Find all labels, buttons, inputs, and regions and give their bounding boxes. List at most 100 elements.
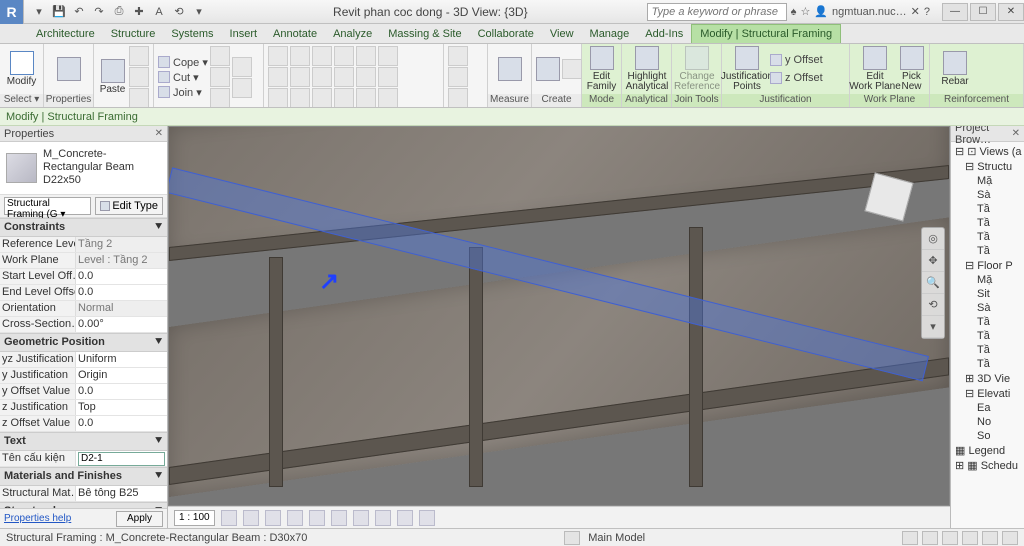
mod-tool-d-icon[interactable] [378, 67, 398, 87]
3d-viewport[interactable]: ↗ ◎ ✥ 🔍 ⟲ ▾ [168, 126, 950, 506]
qat-print-icon[interactable]: ⎙ [110, 3, 128, 21]
nav-more-icon[interactable]: ▾ [922, 316, 944, 338]
tree-node[interactable]: No [953, 415, 1022, 429]
value-end-offset[interactable]: 0.0 [76, 285, 167, 300]
geom-tool-5-icon[interactable] [232, 78, 252, 98]
tree-node[interactable]: Mặ [953, 273, 1022, 287]
rendering-icon[interactable] [309, 510, 325, 526]
tab-systems[interactable]: Systems [163, 25, 221, 43]
qat-save-icon[interactable]: 💾 [50, 3, 68, 21]
properties-scroll[interactable]: Constraints⯆ Reference LevelTầng 2 Work … [0, 218, 167, 508]
minimize-button[interactable]: — [942, 3, 968, 21]
modify-tool-button[interactable]: Modify [4, 46, 39, 92]
mod-tool-c-icon[interactable] [378, 46, 398, 66]
qat-text-icon[interactable]: A [150, 3, 168, 21]
reveal-hidden-icon[interactable] [397, 510, 413, 526]
delete-icon[interactable] [356, 88, 376, 108]
nav-pan-icon[interactable]: ✥ [922, 250, 944, 272]
hide-isolate-icon[interactable] [375, 510, 391, 526]
geom-tool-1-icon[interactable] [210, 46, 230, 66]
maximize-button[interactable]: ☐ [970, 3, 996, 21]
cut-clipboard-icon[interactable] [129, 46, 149, 66]
ten-cau-kien-input[interactable] [78, 452, 165, 466]
justification-points-button[interactable]: Justification Points [726, 46, 768, 92]
z-offset-button[interactable]: z Offset [770, 71, 823, 85]
user-name[interactable]: ngmtuan.nuc… [832, 6, 907, 18]
filter-icon[interactable] [1002, 531, 1018, 545]
type-selector-dropdown[interactable]: Structural Framing (G ▾ [4, 197, 91, 215]
infocenter-icon[interactable]: ♠ [791, 6, 797, 18]
apply-button[interactable]: Apply [116, 511, 163, 527]
pick-new-button[interactable]: Pick New [898, 46, 925, 92]
select-links-icon[interactable] [902, 531, 918, 545]
tab-architecture[interactable]: Architecture [28, 25, 103, 43]
properties-help-link[interactable]: Properties help [4, 513, 71, 524]
value-y-offset[interactable]: 0.0 [76, 384, 167, 399]
view-tool-2-icon[interactable] [448, 67, 468, 87]
tab-structure[interactable]: Structure [103, 25, 164, 43]
project-browser-tree[interactable]: ⊟ ⊡ Views (a⊟ StructuMặSàTầTầTầTầ⊟ Floor… [951, 142, 1024, 528]
pin-icon[interactable] [334, 67, 354, 87]
split-icon[interactable] [290, 88, 310, 108]
group-constraints[interactable]: Constraints⯆ [0, 218, 167, 237]
app-menu-button[interactable]: R [0, 0, 24, 24]
match-icon[interactable] [129, 88, 149, 108]
tree-node[interactable]: Tầ [953, 244, 1022, 258]
tree-node[interactable]: ⊟ Structu [953, 159, 1022, 174]
tree-node[interactable]: Tầ [953, 216, 1022, 230]
edit-work-plane-button[interactable]: Edit Work Plane [854, 46, 896, 92]
tab-annotate[interactable]: Annotate [265, 25, 325, 43]
tree-node[interactable]: ⊟ ⊡ Views (a [953, 144, 1022, 159]
tree-node[interactable]: Sà [953, 188, 1022, 202]
qat-redo-icon[interactable]: ↷ [90, 3, 108, 21]
edit-family-button[interactable]: Edit Family [586, 46, 617, 92]
help-icon[interactable]: ? [924, 6, 930, 18]
tree-node[interactable]: Tầ [953, 329, 1022, 343]
offset-icon[interactable] [312, 67, 332, 87]
value-z-offset[interactable]: 0.0 [76, 416, 167, 431]
tree-node[interactable]: Tầ [953, 230, 1022, 244]
scale-icon[interactable] [334, 46, 354, 66]
signin-icon[interactable]: 👤 [814, 5, 828, 18]
create-tool-icon[interactable] [562, 59, 582, 79]
value-material[interactable]: Bê tông B25 [76, 486, 167, 501]
tree-node[interactable]: ⊟ Floor P [953, 258, 1022, 273]
tree-node[interactable]: ▦ Legend [953, 443, 1022, 458]
mod-tool-e-icon[interactable] [378, 88, 398, 108]
paste-button[interactable]: Paste [98, 54, 127, 100]
value-start-offset[interactable]: 0.0 [76, 269, 167, 284]
rebar-button[interactable]: Rebar [934, 46, 976, 92]
view-scale[interactable]: 1 : 100 [174, 510, 215, 526]
worksets-icon[interactable] [564, 531, 580, 545]
y-offset-button[interactable]: y Offset [770, 53, 823, 67]
group-text[interactable]: Text⯆ [0, 432, 167, 451]
tree-node[interactable]: Sit [953, 287, 1022, 301]
value-z-just[interactable]: Top [76, 400, 167, 415]
qat-more-icon[interactable]: ▾ [190, 3, 208, 21]
tab-manage[interactable]: Manage [582, 25, 638, 43]
qat-sync-icon[interactable]: ⟲ [170, 3, 188, 21]
measure-button[interactable] [492, 46, 527, 92]
nav-orbit-icon[interactable]: ⟲ [922, 294, 944, 316]
cope-button[interactable]: Cope ▾ [158, 55, 208, 69]
tree-node[interactable]: Sà [953, 301, 1022, 315]
qat-measure-icon[interactable]: ✚ [130, 3, 148, 21]
tab-collaborate[interactable]: Collaborate [470, 25, 542, 43]
join-geom-button[interactable]: Join ▾ [158, 85, 208, 99]
shadows-icon[interactable] [287, 510, 303, 526]
value-cross-section[interactable]: 0.00° [76, 317, 167, 332]
status-main-model[interactable]: Main Model [588, 532, 645, 544]
tab-insert[interactable]: Insert [222, 25, 266, 43]
trim-icon[interactable] [290, 67, 310, 87]
drag-elements-icon[interactable] [982, 531, 998, 545]
copy-icon[interactable] [268, 67, 288, 87]
tab-analyze[interactable]: Analyze [325, 25, 380, 43]
value-ten-cau-kien[interactable] [76, 451, 167, 466]
help-search-input[interactable] [647, 3, 787, 21]
geom-tool-4-icon[interactable] [232, 57, 252, 77]
view-tool-1-icon[interactable] [448, 46, 468, 66]
mod-tool-b-icon[interactable] [356, 67, 376, 87]
rotate-icon[interactable] [268, 88, 288, 108]
geom-tool-3-icon[interactable] [210, 88, 230, 108]
qat-undo-icon[interactable]: ↶ [70, 3, 88, 21]
